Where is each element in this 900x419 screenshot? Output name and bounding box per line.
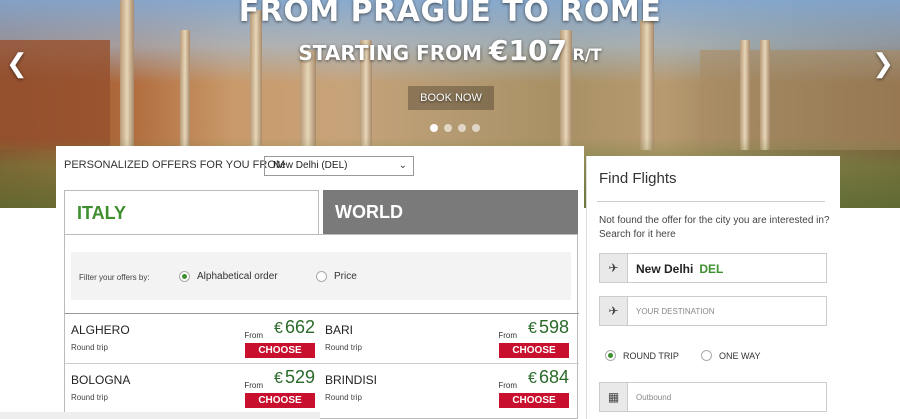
slide-dot[interactable] xyxy=(458,124,466,132)
slide-dot[interactable] xyxy=(472,124,480,132)
filter-bar: Filter your offers by: Alphabetical orde… xyxy=(71,252,571,300)
offer-item: BRINDISI Round trip From €684 CHOOSE xyxy=(325,365,569,413)
slide-dot[interactable] xyxy=(444,124,452,132)
slide-dot[interactable] xyxy=(430,124,438,132)
origin-field[interactable]: ✈ New Delhi DEL xyxy=(599,253,827,283)
hero-sub-price: €107 xyxy=(489,34,567,67)
offer-price: €662 xyxy=(274,317,315,338)
calendar-icon: ▦ xyxy=(600,383,628,411)
offer-trip-type: Round trip xyxy=(325,393,362,402)
offers-list: Filter your offers by: Alphabetical orde… xyxy=(64,234,579,419)
origin-value: New Delhi DEL xyxy=(636,262,723,276)
offer-amount: 529 xyxy=(284,367,315,387)
round-trip-radio[interactable] xyxy=(605,350,616,361)
offer-city: ALGHERO xyxy=(71,323,130,337)
plane-landing-icon: ✈ xyxy=(600,297,628,325)
hero-sub-prefix: STARTING FROM xyxy=(298,41,489,65)
filter-alphabetical-label: Alphabetical order xyxy=(197,271,278,282)
offer-currency: € xyxy=(528,320,537,337)
row-divider xyxy=(65,363,579,364)
offer-amount: 598 xyxy=(538,317,569,337)
offer-from-label: From xyxy=(498,331,517,340)
choose-button[interactable]: CHOOSE xyxy=(245,343,315,358)
find-flights-panel: Find Flights Not found the offer for the… xyxy=(586,156,840,419)
offer-price: €684 xyxy=(528,367,569,388)
slide-dots xyxy=(430,124,480,132)
outbound-date-field[interactable]: ▦ Outbound xyxy=(599,382,827,412)
divider xyxy=(597,201,825,202)
find-flights-title: Find Flights xyxy=(599,170,677,187)
hero-title: FROM PRAGUE TO ROME xyxy=(238,0,662,29)
one-way-label: ONE WAY xyxy=(719,351,761,361)
offer-trip-type: Round trip xyxy=(325,343,362,352)
hero-subtitle: STARTING FROM €107 R/T xyxy=(0,34,900,67)
hero-sub-suffix: R/T xyxy=(566,45,602,64)
origin-city: New Delhi xyxy=(636,262,694,276)
offer-item: ALGHERO Round trip From €662 CHOOSE xyxy=(71,315,315,363)
offer-trip-type: Round trip xyxy=(71,343,108,352)
row-divider xyxy=(65,313,579,314)
filter-price-label: Price xyxy=(334,271,357,282)
offer-currency: € xyxy=(528,370,537,387)
find-flights-text: Not found the offer for the city you are… xyxy=(599,215,830,240)
offer-amount: 662 xyxy=(284,317,315,337)
filter-alphabetical-radio[interactable] xyxy=(179,271,190,282)
destination-field[interactable]: ✈ YOUR DESTINATION xyxy=(599,296,827,326)
offer-item: BARI Round trip From €598 CHOOSE xyxy=(325,315,569,363)
chevron-down-icon: ⌄ xyxy=(398,160,407,171)
offer-trip-type: Round trip xyxy=(71,393,108,402)
offer-city: BOLOGNA xyxy=(71,373,131,387)
status-strip xyxy=(0,412,320,419)
offer-from-label: From xyxy=(244,331,263,340)
filter-price-radio[interactable] xyxy=(316,271,327,282)
offer-city: BRINDISI xyxy=(325,373,378,387)
tab-world[interactable]: WORLD xyxy=(323,190,578,234)
book-now-button[interactable]: BOOK NOW xyxy=(408,86,494,110)
choose-button[interactable]: CHOOSE xyxy=(499,343,569,358)
offer-item: BOLOGNA Round trip From €529 CHOOSE xyxy=(71,365,315,413)
offers-panel: PERSONALIZED OFFERS FOR YOU FROM New Del… xyxy=(56,146,584,419)
destination-placeholder: YOUR DESTINATION xyxy=(636,307,715,316)
origin-select[interactable]: New Delhi (DEL) ⌄ xyxy=(264,156,414,176)
offer-from-label: From xyxy=(498,381,517,390)
offer-price: €598 xyxy=(528,317,569,338)
offer-price: €529 xyxy=(274,367,315,388)
offer-from-label: From xyxy=(244,381,263,390)
outbound-placeholder: Outbound xyxy=(636,393,672,402)
plane-takeoff-icon: ✈ xyxy=(600,254,628,282)
filter-label: Filter your offers by: xyxy=(79,273,150,282)
tab-italy[interactable]: ITALY xyxy=(64,190,319,234)
offer-currency: € xyxy=(274,320,283,337)
origin-code: DEL xyxy=(699,262,724,276)
choose-button[interactable]: CHOOSE xyxy=(499,393,569,408)
offers-label: PERSONALIZED OFFERS FOR YOU FROM xyxy=(64,159,286,171)
choose-button[interactable]: CHOOSE xyxy=(245,393,315,408)
one-way-radio[interactable] xyxy=(701,350,712,361)
origin-select-value: New Delhi (DEL) xyxy=(273,160,348,171)
offer-amount: 684 xyxy=(538,367,569,387)
round-trip-label: ROUND TRIP xyxy=(623,351,679,361)
offer-city: BARI xyxy=(325,323,354,337)
hero-column xyxy=(250,10,262,150)
offer-currency: € xyxy=(274,370,283,387)
